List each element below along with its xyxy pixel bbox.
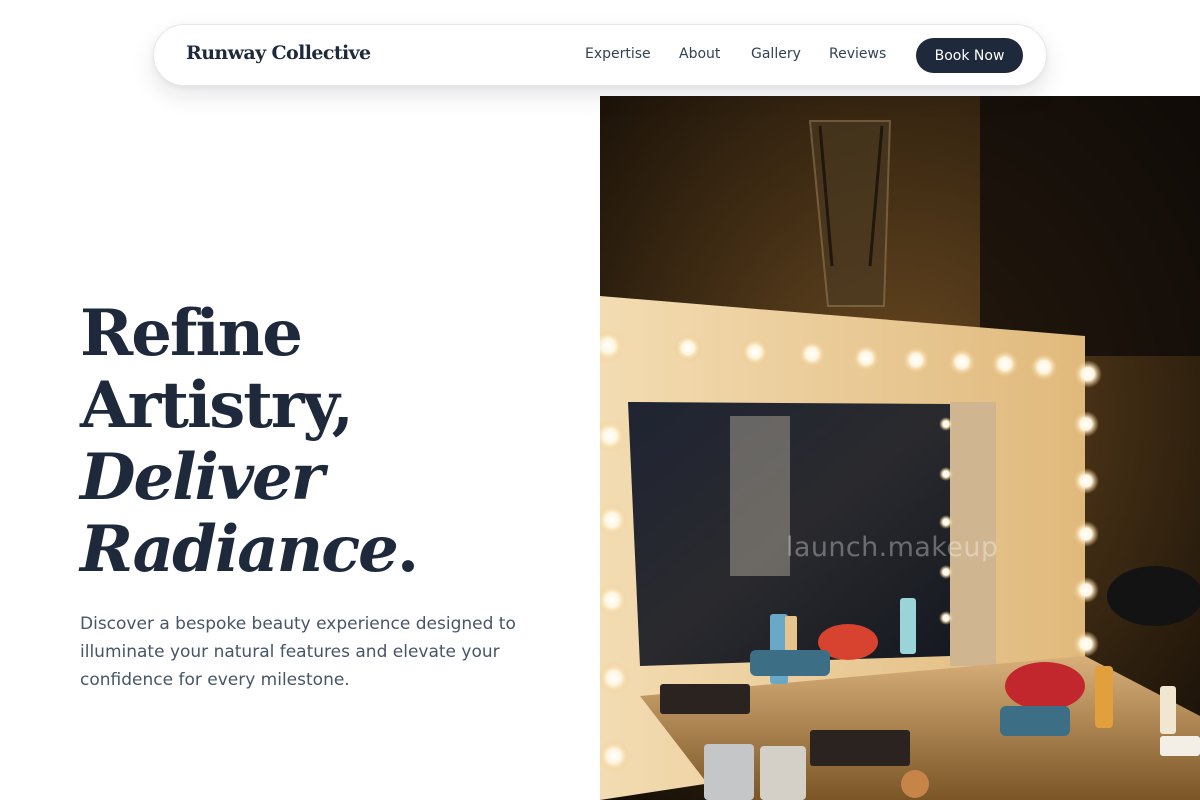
headline-line-radiance: Radiance (80, 512, 399, 587)
nav-link-gallery[interactable]: Gallery (751, 46, 801, 62)
vanity-mirror-illustration (600, 96, 1200, 800)
image-watermark: launch.makeup (786, 532, 999, 563)
headline-line-deliver: Deliver (80, 440, 324, 515)
brand-logo-text[interactable]: Runway Collective (186, 42, 371, 64)
hero-description: Discover a bespoke beauty experience des… (80, 614, 516, 690)
hero-headline: Refine Artistry, Deliver Radiance. (80, 298, 580, 586)
nav-link-reviews[interactable]: Reviews (829, 46, 886, 62)
headline-line-refine: Refine (80, 296, 303, 371)
headline-line-artistry: Artistry, (80, 368, 354, 443)
headline-line-radiance-wrap: Radiance. (80, 514, 580, 586)
book-now-button[interactable]: Book Now (916, 38, 1023, 73)
nav-link-about[interactable]: About (679, 46, 720, 62)
nav-link-expertise[interactable]: Expertise (585, 46, 651, 62)
vanity-mirror-photo-icon (600, 96, 1200, 800)
headline-period: . (396, 512, 419, 587)
top-navigation: Runway Collective Expertise About Galler… (153, 24, 1047, 86)
